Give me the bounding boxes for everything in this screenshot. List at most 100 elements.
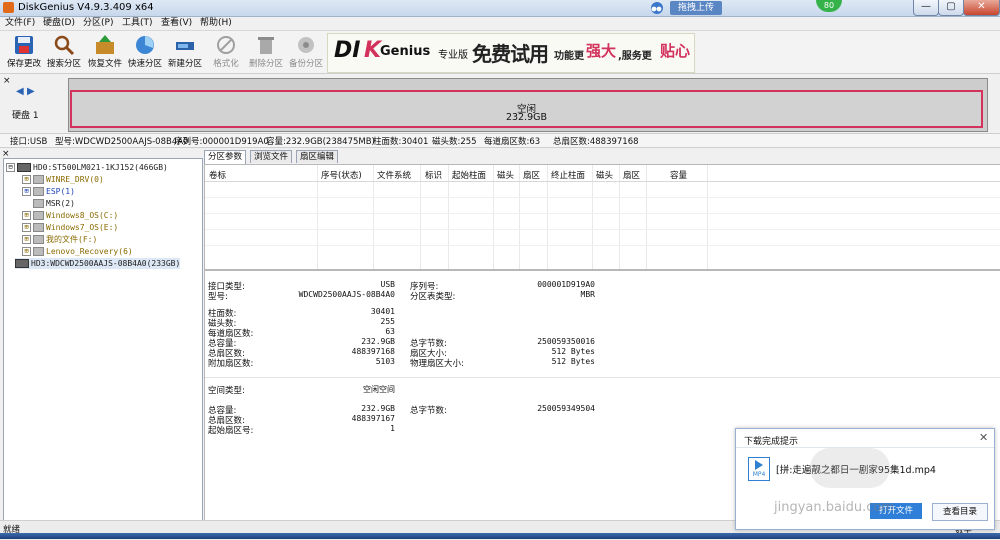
disk-label: 硬盘 1 [12,111,39,121]
close-icon[interactable]: ✕ [979,431,988,444]
info-serial: 序列号:000001D919A0 [174,137,269,147]
tab-browse-files[interactable]: 浏览文件 [250,150,293,163]
tree-item-my-files[interactable]: ⊞ 我的文件(F:) [22,234,97,245]
col-flag[interactable]: 标识 [425,169,442,181]
detail-value: 63 [385,327,395,336]
col-start-head[interactable]: 磁头 [497,169,514,181]
menu-partition[interactable]: 分区(P) [83,17,113,30]
partition-icon [33,223,44,232]
view-folder-button[interactable]: 查看目录 [932,503,988,521]
col-end-sector[interactable]: 扇区 [623,169,640,181]
tree-item-winre[interactable]: ⊞ WINRE_DRV(0) [22,174,104,185]
detail-value: 232.9GB [361,337,395,346]
recover-files-button[interactable]: 恢复文件 [86,33,124,71]
detail-value: 232.9GB [361,404,395,413]
partition-table: 卷标 序号(状态) 文件系统 标识 起始柱面 磁头 扇区 终止柱面 磁头 扇区 … [204,164,1000,270]
tab-partition-params[interactable]: 分区参数 [204,150,247,164]
tree-item-lenovo-recovery[interactable]: ⊞ Lenovo_Recovery(6) [22,246,133,257]
tree-item-windows7[interactable]: ⊞ Windows7_OS(E:) [22,222,118,233]
prev-disk-icon[interactable]: ◀ [16,86,24,97]
search-partition-button[interactable]: 搜索分区 [45,33,83,71]
save-icon [15,36,33,54]
taskbar [0,533,1000,539]
col-filesystem[interactable]: 文件系统 [377,169,411,181]
ad-edition: 专业版 [438,50,468,61]
expand-icon[interactable]: ⊞ [22,211,31,220]
expand-icon[interactable]: ⊞ [22,223,31,232]
ad-slogan-1: 功能更 [554,51,584,62]
menu-file[interactable]: 文件(F) [5,17,35,30]
free-space-block[interactable]: 空闲 232.9GB [70,90,983,128]
maximize-button[interactable]: ▢ [938,0,964,16]
format-button[interactable]: 格式化 [207,33,245,71]
detail-value: 5103 [375,357,395,366]
col-volume-label[interactable]: 卷标 [209,169,226,181]
menu-view[interactable]: 查看(V) [161,17,192,30]
detail-value: 000001D919A0 [537,280,595,289]
detail-value: MBR [580,290,595,299]
panel-close-icon[interactable]: × [3,76,11,86]
col-end-cylinder[interactable]: 终止柱面 [551,169,585,181]
ad-free-trial: 免费试用 [472,42,549,66]
next-disk-icon[interactable]: ▶ [27,86,35,97]
magnifier-icon [54,35,75,56]
expand-icon[interactable]: ⊞ [22,235,31,244]
delete-partition-button[interactable]: 删除分区 [247,33,285,71]
detail-label: 空间类型: [208,386,245,396]
close-button[interactable]: ✕ [963,0,1000,16]
col-capacity[interactable]: 容量 [670,169,687,181]
tree-item-hd0[interactable]: ⊟ HD0:ST500LM021-1KJ152(466GB) [6,162,168,173]
expand-icon[interactable]: ⊞ [22,187,31,196]
ad-banner[interactable]: DI K Genius 专业版 免费试用 功能更 强大 ,服务更 贴心 [327,33,695,73]
detail-label: 型号: [208,292,228,302]
recover-files-icon [96,35,114,54]
video-file-icon: MP4 [748,457,770,481]
info-capacity: 容量:232.9GB(238475MB) [266,137,375,147]
popup-title: 下载完成提示 [744,437,799,447]
expand-icon[interactable]: ⊞ [22,175,31,184]
partition-icon [33,175,44,184]
col-start-sector[interactable]: 扇区 [523,169,540,181]
detail-label: 物理扇区大小: [410,359,464,369]
detail-value: USB [380,280,395,289]
col-end-head[interactable]: 磁头 [596,169,613,181]
col-start-cylinder[interactable]: 起始柱面 [452,169,486,181]
app-icon [3,2,14,13]
downloaded-file-name[interactable]: [拼:走遍靓之都日一剧家95集1d.mp4 [776,462,936,476]
new-partition-button[interactable]: 新建分区 [166,33,204,71]
menu-disk[interactable]: 硬盘(D) [43,17,75,30]
cloud-icon[interactable] [648,1,666,15]
hard-disk-icon [17,163,31,172]
quick-partition-button[interactable]: 快速分区 [126,33,164,71]
collapse-icon[interactable]: ⊟ [6,163,15,172]
disk-info-line: 接口:USB 型号:WDCWD2500AAJS-08B4A0 序列号:00000… [0,133,1000,148]
detail-value: 1 [390,424,395,433]
col-index-status[interactable]: 序号(状态) [321,169,362,181]
score-badge[interactable]: 80 [816,0,842,12]
detail-value: 250059349504 [537,404,595,413]
info-interface: 接口:USB [10,137,48,147]
info-model: 型号:WDCWD2500AAJS-08B4A0 [55,137,189,147]
detail-label: 附加扇区数: [208,359,254,369]
tree-item-esp[interactable]: ⊞ ESP(1) [22,186,75,197]
quick-partition-icon [136,36,154,54]
tree-item-msr[interactable]: MSR(2) [33,198,75,209]
partition-icon [33,247,44,256]
detail-value: 255 [380,317,395,326]
minimize-button[interactable]: — [913,0,939,16]
save-changes-button[interactable]: 保存更改 [5,33,43,71]
tree-item-hd3[interactable]: HD3:WDCWD2500AAJS-08B4A0(233GB) [15,258,181,269]
maximize-icon: ▢ [946,1,956,12]
tree-item-windows8[interactable]: ⊞ Windows8_OS(C:) [22,210,118,221]
expand-icon[interactable]: ⊞ [22,247,31,256]
partition-icon [33,235,44,244]
tab-sector-edit[interactable]: 扇区编辑 [296,150,339,163]
backup-partition-button[interactable]: 备份分区 [287,33,325,71]
info-total-sectors: 总扇区数:488397168 [553,137,639,147]
drag-upload-button[interactable]: 拖拽上传 [670,1,722,15]
menu-help[interactable]: 帮助(H) [200,17,232,30]
detail-value: 512 Bytes [551,347,595,356]
detail-label: 分区表类型: [410,292,456,302]
open-file-button[interactable]: 打开文件 [870,503,922,519]
menu-tools[interactable]: 工具(T) [122,17,153,30]
